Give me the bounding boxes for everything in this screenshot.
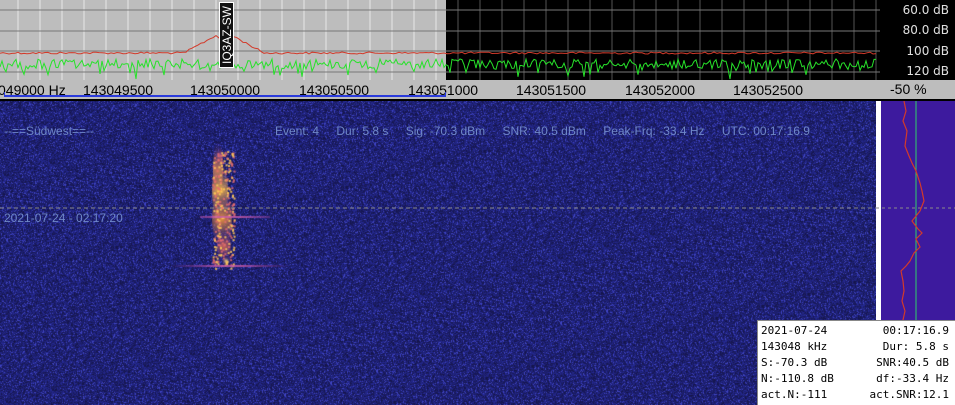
info-frequency: 143048 kHz (761, 340, 828, 353)
info-act-noise: act.N:-111 (761, 388, 828, 401)
spectrum-plot (0, 0, 880, 80)
info-duration: Dur: 5.8 s (882, 340, 949, 353)
info-snr: SNR:40.5 dB (876, 356, 949, 369)
db-scale: 60.0 dB 80.0 dB 100 dB 120 dB (880, 0, 955, 80)
db-label-100: 100 dB (906, 44, 949, 58)
event-info: Event: 4 Dur: 5.8 s Sig: -70.3 dBm SNR: … (275, 124, 810, 138)
info-row: S:-70.3 dB SNR:40.5 dB (761, 355, 949, 371)
event-signal: Sig: -70.3 dBm (405, 124, 486, 138)
info-signal: S:-70.3 dB (761, 356, 828, 369)
info-date: 2021-07-24 (761, 324, 828, 337)
waterfall-timestamp: 2021-07-24 - 02:17:20 (4, 211, 123, 225)
level-value: -50 % (890, 81, 927, 97)
freq-label: 143052000 (625, 82, 696, 98)
info-df: df:-33.4 Hz (876, 372, 949, 385)
db-label-60: 60.0 dB (902, 3, 949, 17)
callsign-marker[interactable]: IQ3AZ-SW (219, 2, 234, 68)
waterfall-overlay (0, 207, 876, 209)
event-snr: SNR: 40.5 dBm (502, 124, 586, 138)
info-row: act.N:-111 act.SNR:12.1 (761, 387, 949, 403)
info-act-snr: act.SNR:12.1 (869, 388, 949, 401)
callsign-label: IQ3AZ-SW (219, 5, 234, 65)
info-noise: N:-110.8 dB (761, 372, 834, 385)
db-label-120: 120 dB (906, 64, 949, 78)
signal-history-meter (876, 101, 955, 320)
info-row: N:-110.8 dB df:-33.4 Hz (761, 371, 949, 387)
spectrum-display[interactable]: IQ3AZ-SW (0, 0, 880, 80)
meter-trace (876, 101, 955, 320)
level-control[interactable]: -50 % (880, 80, 955, 99)
event-number: Event: 4 (275, 124, 320, 138)
max-hold-trace (0, 29, 877, 55)
live-spectrum-trace (0, 54, 876, 80)
info-row: 2021-07-24 00:17:16.9 (761, 323, 949, 339)
info-time: 00:17:16.9 (882, 324, 949, 337)
freq-label: 143052500 (733, 82, 804, 98)
db-label-80: 80.0 dB (902, 23, 949, 37)
passband-marker[interactable] (4, 92, 446, 97)
event-peak-freq: Peak-Frq: -33.4 Hz (603, 124, 705, 138)
event-duration: Dur: 5.8 s (336, 124, 389, 138)
info-row: 143048 kHz Dur: 5.8 s (761, 339, 949, 355)
location-label: --==Südwest==-- (4, 124, 95, 138)
freq-label: 143051500 (516, 82, 587, 98)
event-info-panel: 2021-07-24 00:17:16.9 143048 kHz Dur: 5.… (757, 320, 955, 405)
waterfall-display[interactable]: --==Südwest==-- Event: 4 Dur: 5.8 s Sig:… (0, 101, 876, 405)
meter-history-trace (900, 101, 925, 320)
event-utc: UTC: 00:17:16.9 (721, 124, 810, 138)
